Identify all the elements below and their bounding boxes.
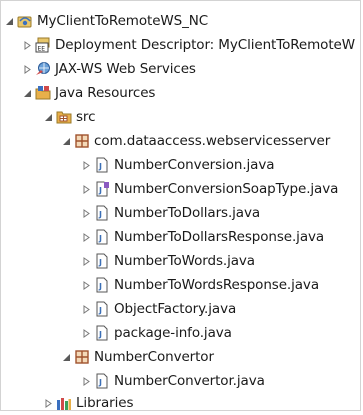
tree-node-label: NumberConvertor xyxy=(94,349,214,365)
tree-node-label: NumberConversion.java xyxy=(114,157,275,173)
tree-node-java-file[interactable]: J NumberToWords.java xyxy=(80,249,255,273)
expand-twisty-icon[interactable] xyxy=(80,327,92,339)
tree-node-src[interactable]: src xyxy=(42,105,96,129)
svg-text:J: J xyxy=(98,330,102,339)
collapse-twisty-icon[interactable] xyxy=(21,87,33,99)
collapse-twisty-icon[interactable] xyxy=(60,351,72,363)
expand-twisty-icon[interactable] xyxy=(80,207,92,219)
web-services-icon xyxy=(35,61,51,77)
svg-text:J: J xyxy=(98,234,102,243)
svg-text:J: J xyxy=(98,210,102,219)
deployment-descriptor-icon: EE xyxy=(35,37,51,53)
java-file-icon: J xyxy=(94,301,110,317)
java-file-icon: J xyxy=(94,157,110,173)
tree-node-label: NumberToDollarsResponse.java xyxy=(114,229,325,245)
svg-text:J: J xyxy=(98,186,102,195)
svg-text:J: J xyxy=(98,282,102,291)
tree-node-label: NumberConversionSoapType.java xyxy=(114,181,339,197)
tree-node-label: NumberToWords.java xyxy=(114,253,255,269)
tree-node-package-webservicesserver[interactable]: com.dataaccess.webservicesserver xyxy=(60,129,330,153)
java-resources-icon xyxy=(35,85,51,101)
tree-node-jaxws-web-services[interactable]: JAX-WS Web Services xyxy=(21,57,196,81)
expand-twisty-icon[interactable] xyxy=(80,159,92,171)
tree-node-java-file[interactable]: J ObjectFactory.java xyxy=(80,297,236,321)
java-file-icon: J xyxy=(94,277,110,293)
tree-node-java-file[interactable]: J NumberConvertor.java xyxy=(80,369,265,393)
expand-twisty-icon[interactable] xyxy=(80,303,92,315)
tree-node-deployment-descriptor[interactable]: EE Deployment Descriptor: MyClientToRemo… xyxy=(21,33,355,57)
source-folder-icon xyxy=(56,109,72,125)
tree-node-project[interactable]: MyClientToRemoteWS_NC xyxy=(3,9,208,33)
expand-twisty-icon[interactable] xyxy=(21,39,33,51)
tree-node-libraries[interactable]: Libraries xyxy=(42,391,134,415)
java-file-icon: J xyxy=(94,253,110,269)
expand-twisty-icon[interactable] xyxy=(80,375,92,387)
svg-text:J: J xyxy=(98,378,102,387)
tree-node-label: Libraries xyxy=(76,395,134,411)
package-icon xyxy=(74,133,90,149)
tree-node-label: NumberToWordsResponse.java xyxy=(114,277,319,293)
expand-twisty-icon[interactable] xyxy=(80,279,92,291)
collapse-twisty-icon[interactable] xyxy=(42,111,54,123)
tree-node-java-resources[interactable]: Java Resources xyxy=(21,81,155,105)
libraries-icon xyxy=(56,395,72,411)
svg-text:J: J xyxy=(98,258,102,267)
java-file-icon: J xyxy=(94,325,110,341)
tree-node-java-file[interactable]: J NumberConversionSoapType.java xyxy=(80,177,338,201)
project-tree: MyClientToRemoteWS_NC EE Deployment Desc… xyxy=(0,0,363,413)
tree-node-java-file[interactable]: J NumberConversion.java xyxy=(80,153,275,177)
tree-node-label: package-info.java xyxy=(114,325,232,341)
tree-node-label: NumberConvertor.java xyxy=(114,373,265,389)
expand-twisty-icon[interactable] xyxy=(21,63,33,75)
package-icon xyxy=(74,349,90,365)
svg-text:J: J xyxy=(98,306,102,315)
tree-node-label: src xyxy=(76,109,96,125)
collapse-twisty-icon[interactable] xyxy=(3,15,15,27)
tree-node-label: Deployment Descriptor: MyClientToRemoteW xyxy=(55,37,355,53)
expand-twisty-icon[interactable] xyxy=(42,397,54,409)
collapse-twisty-icon[interactable] xyxy=(60,135,72,147)
expand-twisty-icon[interactable] xyxy=(80,231,92,243)
tree-node-label: Java Resources xyxy=(55,85,156,101)
tree-node-label: ObjectFactory.java xyxy=(114,301,237,317)
tree-node-java-file[interactable]: J package-info.java xyxy=(80,321,232,345)
java-file-icon: J xyxy=(94,229,110,245)
tree-node-package-numberconvertor[interactable]: NumberConvertor xyxy=(60,345,214,369)
tree-node-java-file[interactable]: J NumberToDollarsResponse.java xyxy=(80,225,324,249)
expand-twisty-icon[interactable] xyxy=(80,183,92,195)
project-icon xyxy=(17,13,33,29)
tree-node-label: MyClientToRemoteWS_NC xyxy=(37,13,209,29)
tree-node-label: JAX-WS Web Services xyxy=(55,61,196,77)
java-interface-file-icon: J xyxy=(94,181,110,197)
expand-twisty-icon[interactable] xyxy=(80,255,92,267)
tree-node-java-file[interactable]: J NumberToWordsResponse.java xyxy=(80,273,319,297)
tree-node-label: com.dataaccess.webservicesserver xyxy=(94,133,331,149)
tree-node-label: NumberToDollars.java xyxy=(114,205,261,221)
java-file-icon: J xyxy=(94,205,110,221)
svg-text:J: J xyxy=(98,162,102,171)
java-file-icon: J xyxy=(94,373,110,389)
svg-text:EE: EE xyxy=(38,46,46,53)
tree-node-java-file[interactable]: J NumberToDollars.java xyxy=(80,201,260,225)
